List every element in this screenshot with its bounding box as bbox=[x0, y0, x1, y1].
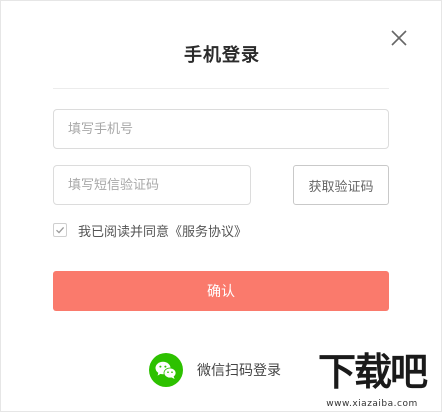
agreement-row: 我已阅读并同意《服务协议》 bbox=[53, 221, 247, 240]
wechat-login-label: 微信扫码登录 bbox=[197, 363, 281, 379]
dialog-title: 手机登录 bbox=[184, 45, 260, 66]
sms-code-input[interactable] bbox=[53, 165, 251, 205]
phone-number-input[interactable] bbox=[53, 109, 389, 149]
wechat-login-link[interactable]: 微信扫码登录 bbox=[149, 353, 281, 387]
watermark-url: www.xiazaiba.com bbox=[326, 399, 418, 409]
watermark-brand: 下载吧 bbox=[317, 350, 428, 394]
agreement-checkbox[interactable] bbox=[53, 223, 67, 237]
get-code-button[interactable]: 获取验证码 bbox=[293, 165, 389, 205]
phone-login-dialog: 手机登录 获取验证码 我已阅读并同意《服务协议》 确认 bbox=[0, 0, 442, 412]
close-button[interactable] bbox=[389, 28, 409, 48]
site-watermark: 下载吧 www.xiazaiba.com bbox=[303, 349, 441, 411]
checkmark-icon bbox=[56, 226, 65, 234]
confirm-button[interactable]: 确认 bbox=[53, 271, 389, 311]
close-icon bbox=[391, 30, 407, 46]
title-divider bbox=[53, 88, 389, 89]
agreement-label[interactable]: 我已阅读并同意《服务协议》 bbox=[78, 221, 247, 240]
wechat-icon bbox=[149, 353, 183, 387]
